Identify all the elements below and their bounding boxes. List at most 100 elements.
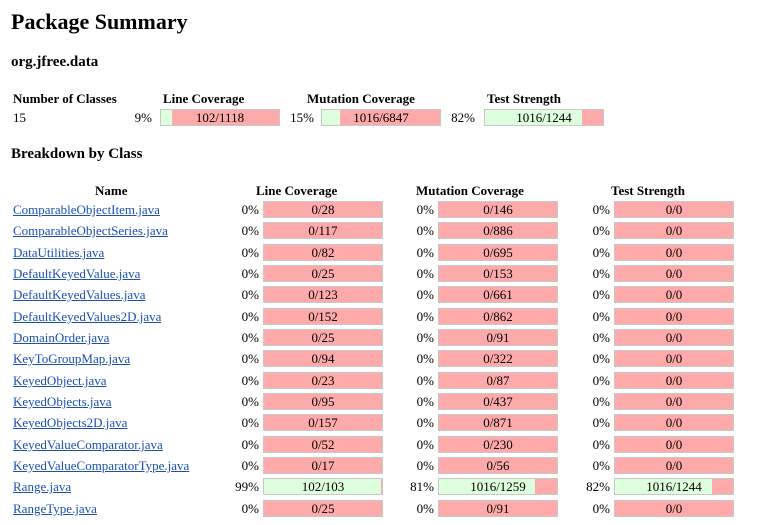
mutation-percent: 0% [416,266,434,281]
line-coverage-bar: 0/28 [263,201,383,218]
class-link[interactable]: DefaultKeyedValues2D.java [13,309,161,325]
line-coverage-bar: 0/17 [263,457,383,474]
line-coverage-bar-label: 0/123 [308,287,338,302]
line-coverage-bar-label: 0/52 [311,437,335,452]
strength-percent: 0% [592,266,610,281]
line-percent: 0% [241,266,259,281]
mutation-coverage-bar-label: 0/661 [483,287,513,302]
strength-coverage-bar-label: 0/0 [665,266,683,281]
line-percent: 99% [235,479,259,494]
mutation-percent: 0% [416,202,434,217]
mutation-percent: 81% [410,479,434,494]
mutation-coverage-bar: 0/886 [438,222,558,239]
line-coverage-bar-label: 0/17 [311,458,335,473]
line-percent: 0% [241,394,259,409]
mutation-coverage-bar: 0/322 [438,350,558,367]
breakdown-header-line: Line Coverage [256,183,338,198]
mutation-coverage-bar-label: 0/87 [486,373,510,388]
strength-coverage-bar: 0/0 [614,457,734,474]
line-percent: 0% [241,245,259,260]
summary-classes-count: 15 [13,110,26,125]
mutation-percent: 0% [416,309,434,324]
strength-coverage-bar-label: 0/0 [665,373,683,388]
class-link[interactable]: DataUtilities.java [13,245,104,261]
line-coverage-bar: 0/157 [263,414,383,431]
class-link[interactable]: KeyedObject.java [13,373,106,389]
line-coverage-bar: 0/95 [263,393,383,410]
strength-coverage-bar: 0/0 [614,350,734,367]
strength-coverage-bar-label: 0/0 [665,437,683,452]
line-percent: 0% [241,223,259,238]
line-coverage-bar-label: 0/117 [308,223,338,238]
class-link[interactable]: ComparableObjectItem.java [13,202,160,218]
mutation-percent: 0% [416,415,434,430]
class-link[interactable]: KeyedObjects2D.java [13,415,127,431]
mutation-coverage-bar-label: 1016/1259 [470,479,526,494]
mutation-percent: 0% [416,223,434,238]
class-link[interactable]: DefaultKeyedValue.java [13,266,140,282]
strength-coverage-bar-label: 0/0 [665,202,683,217]
mutation-percent: 0% [416,330,434,345]
strength-percent: 82% [586,479,610,494]
line-coverage-bar-label: 0/95 [311,394,335,409]
line-percent: 0% [241,501,259,516]
line-coverage-bar: 0/94 [263,350,383,367]
summary-strength-bar-label: 1016/1244 [516,110,572,125]
summary-strength-bar: 1016/1244 [484,109,604,126]
line-coverage-bar-label: 0/28 [311,202,335,217]
line-coverage-bar-label: 0/25 [311,330,335,345]
strength-coverage-bar: 0/0 [614,393,734,410]
mutation-percent: 0% [416,458,434,473]
line-percent: 0% [241,437,259,452]
summary-strength-percent: 82% [451,110,475,125]
mutation-percent: 0% [416,373,434,388]
class-link[interactable]: Range.java [13,479,71,495]
line-coverage-bar-label: 0/94 [311,351,335,366]
mutation-coverage-bar: 0/437 [438,393,558,410]
strength-percent: 0% [592,351,610,366]
mutation-coverage-bar: 0/862 [438,308,558,325]
strength-coverage-bar-label: 0/0 [665,394,683,409]
line-coverage-bar: 0/25 [263,329,383,346]
mutation-coverage-bar-label: 0/91 [486,330,510,345]
strength-coverage-bar: 0/0 [614,329,734,346]
summary-mutation-bar: 1016/6847 [321,109,441,126]
mutation-percent: 0% [416,394,434,409]
class-link[interactable]: ComparableObjectSeries.java [13,223,168,239]
line-coverage-bar: 0/25 [263,500,383,517]
class-link[interactable]: DomainOrder.java [13,330,109,346]
class-link[interactable]: DefaultKeyedValues.java [13,287,145,303]
class-link[interactable]: KeyedObjects.java [13,394,112,410]
mutation-coverage-bar: 0/230 [438,436,558,453]
strength-coverage-bar: 0/0 [614,286,734,303]
line-percent: 0% [241,202,259,217]
class-link[interactable]: RangeType.java [13,501,97,517]
line-coverage-bar: 0/25 [263,265,383,282]
strength-percent: 0% [592,394,610,409]
strength-coverage-bar: 0/0 [614,500,734,517]
summary-header-strength: Test Strength [487,91,562,106]
mutation-coverage-bar: 0/91 [438,329,558,346]
strength-percent: 0% [592,309,610,324]
strength-percent: 0% [592,287,610,302]
strength-coverage-bar-label: 0/0 [665,287,683,302]
strength-coverage-bar: 0/0 [614,414,734,431]
class-link[interactable]: KeyedValueComparatorType.java [13,458,189,474]
summary-header-classes: Number of Classes [13,91,117,106]
line-coverage-bar: 0/52 [263,436,383,453]
mutation-coverage-bar-label: 0/230 [483,437,513,452]
package-name: org.jfree.data [11,54,99,70]
strength-coverage-bar-label: 0/0 [665,223,683,238]
strength-coverage-bar-label: 0/0 [665,330,683,345]
mutation-percent: 0% [416,245,434,260]
class-link[interactable]: KeyToGroupMap.java [13,351,130,367]
class-link[interactable]: KeyedValueComparator.java [13,437,163,453]
summary-line-bar-label: 102/1118 [195,110,245,125]
mutation-coverage-bar-label: 0/91 [486,501,510,516]
strength-percent: 0% [592,437,610,452]
line-coverage-bar: 0/23 [263,372,383,389]
summary-line-bar: 102/1118 [160,109,280,126]
strength-coverage-bar: 1016/1244 [614,478,734,495]
breakdown-header-strength: Test Strength [611,183,686,198]
strength-coverage-bar-label: 0/0 [665,458,683,473]
